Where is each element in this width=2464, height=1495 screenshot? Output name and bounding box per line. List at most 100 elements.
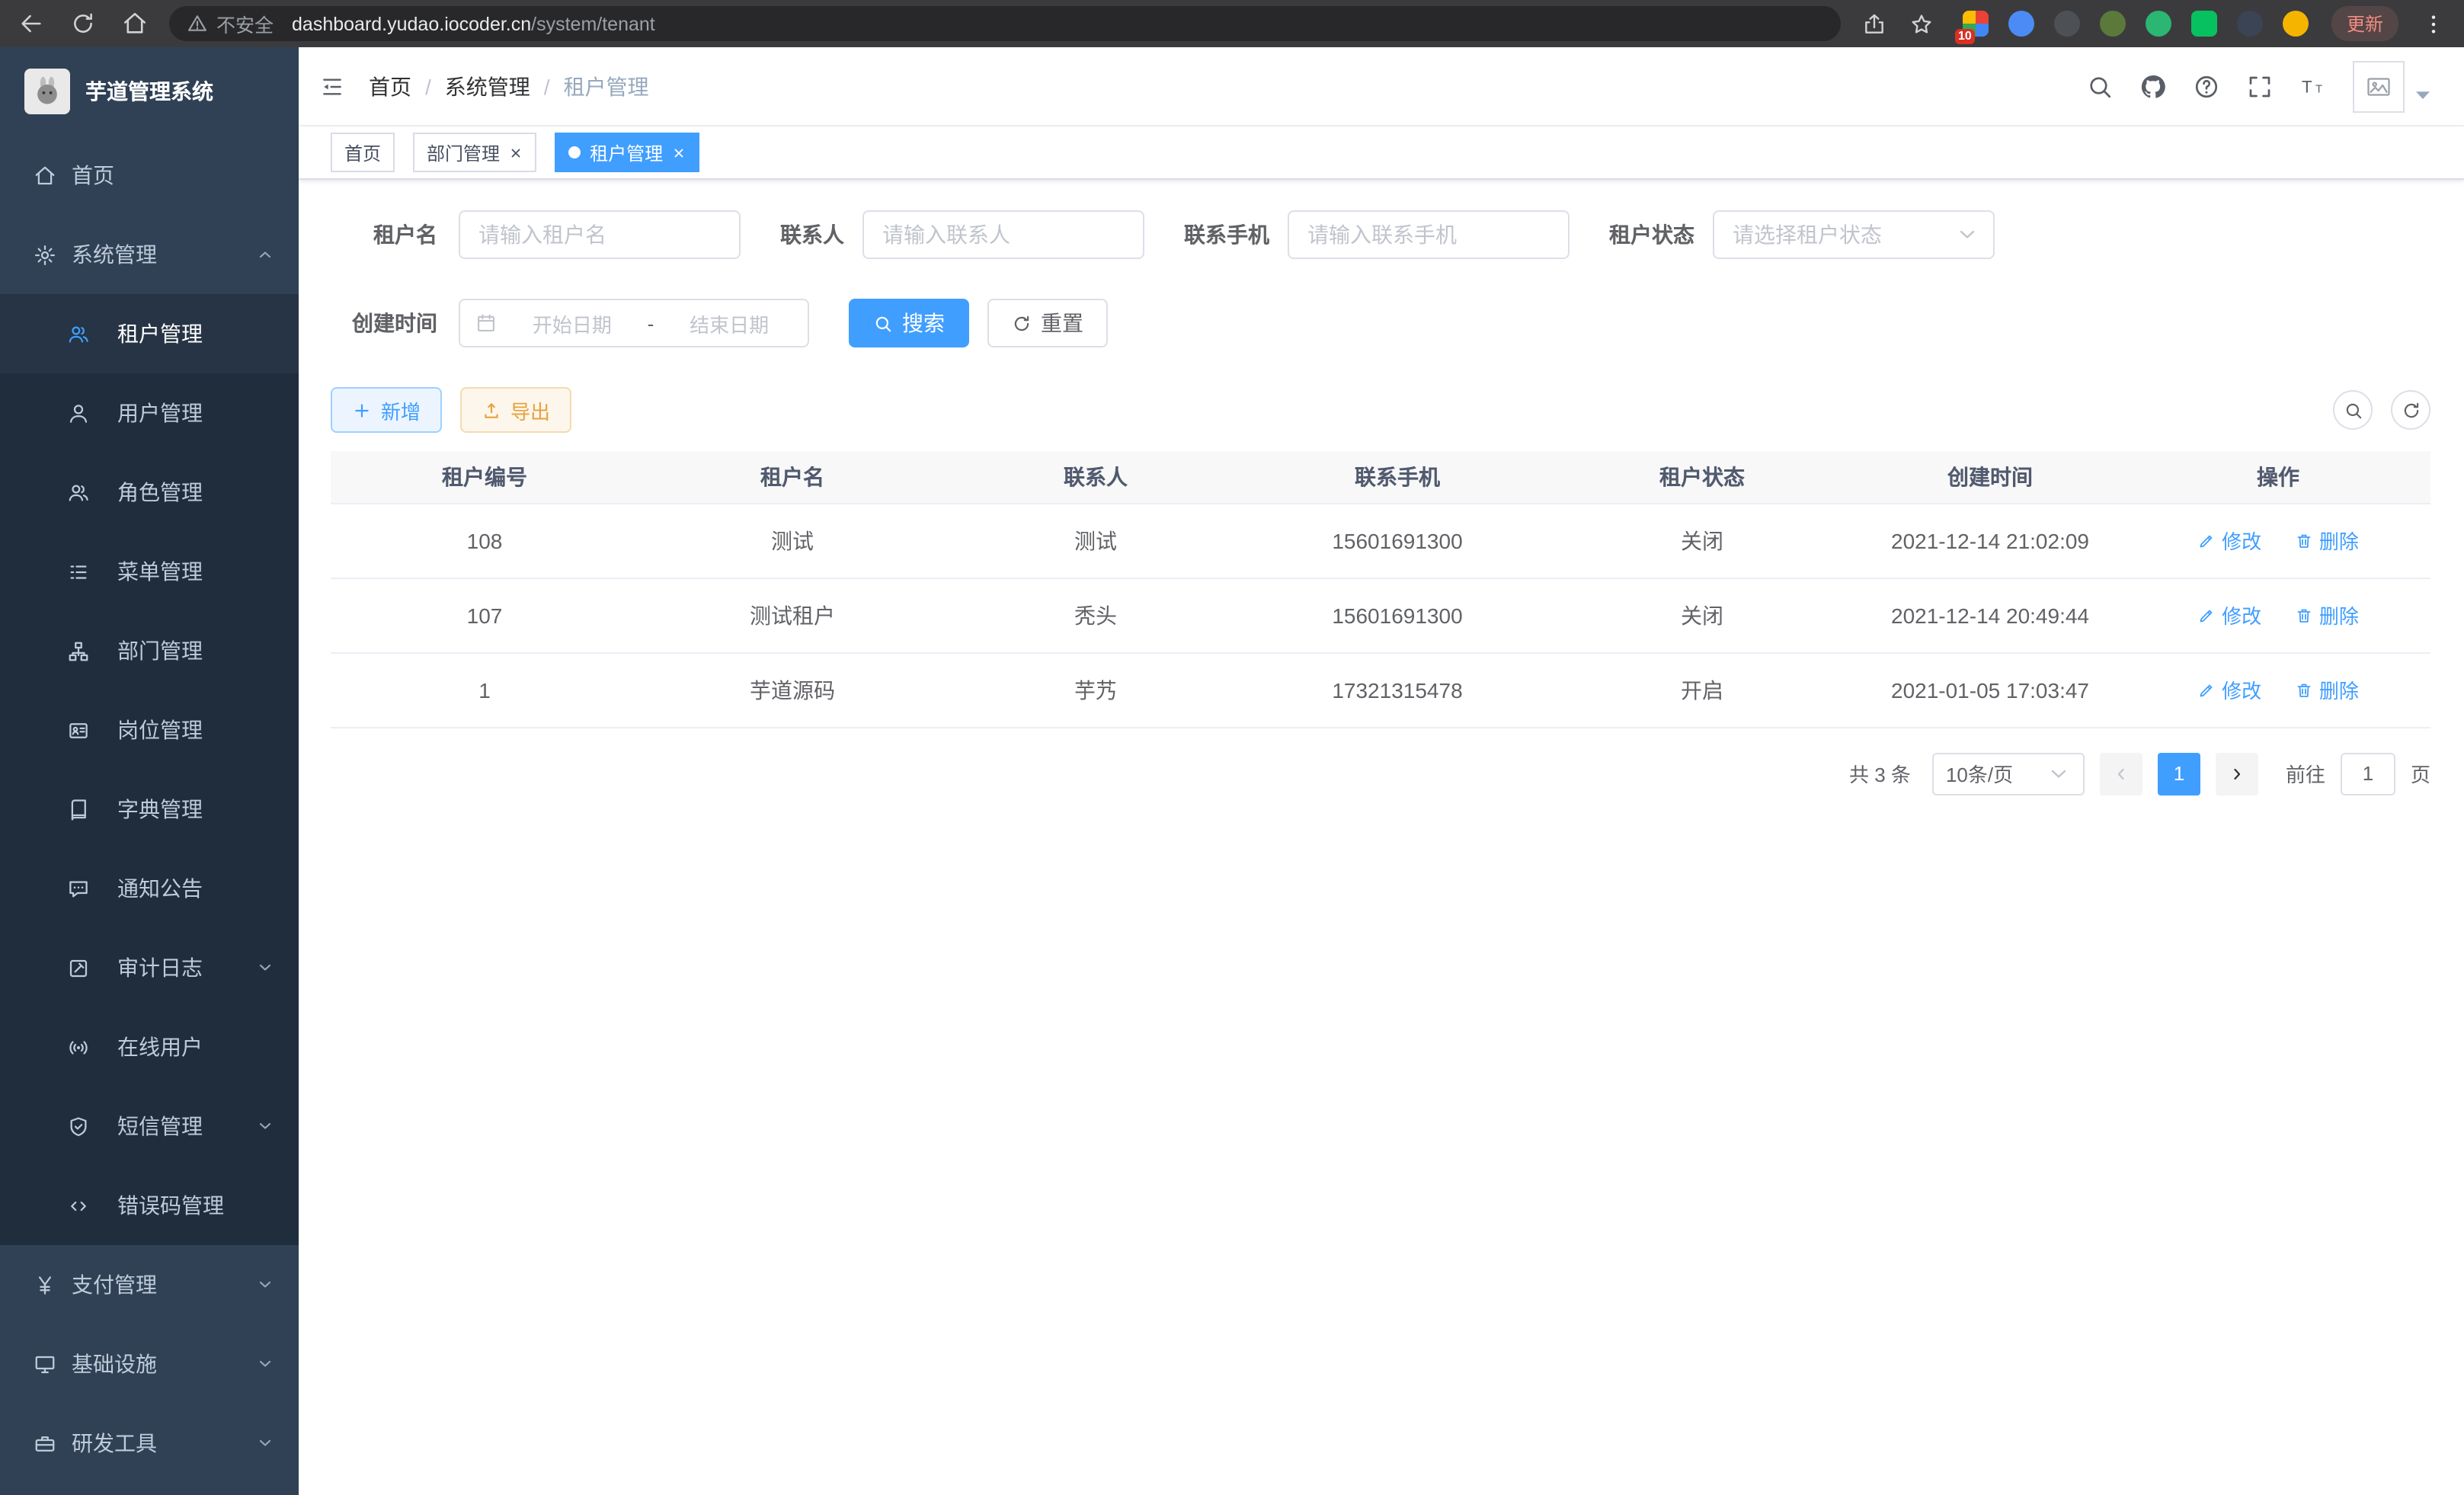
sidebar-item-home[interactable]: 首页 bbox=[0, 136, 299, 215]
sidebar-item-error-code[interactable]: 错误码管理 bbox=[0, 1166, 299, 1245]
add-button[interactable]: 新增 bbox=[331, 387, 442, 433]
font-size-icon[interactable] bbox=[2299, 72, 2327, 100]
delete-button[interactable]: 删除 bbox=[2295, 675, 2359, 704]
reset-button[interactable]: 重置 bbox=[987, 299, 1108, 347]
mobile-input[interactable] bbox=[1288, 210, 1570, 259]
export-button[interactable]: 导出 bbox=[460, 387, 571, 433]
star-icon[interactable] bbox=[1909, 11, 1934, 36]
sidebar-item-role-management[interactable]: 角色管理 bbox=[0, 453, 299, 532]
sidebar-item-user-management[interactable]: 用户管理 bbox=[0, 373, 299, 453]
sidebar-item-menu-management[interactable]: 菜单管理 bbox=[0, 532, 299, 611]
sidebar-item-sms-management[interactable]: 短信管理 bbox=[0, 1087, 299, 1166]
sidebar-item-dict-management[interactable]: 字典管理 bbox=[0, 770, 299, 849]
filter-status: 租户状态 请选择租户状态 bbox=[1609, 210, 1995, 259]
fullscreen-icon[interactable] bbox=[2246, 72, 2274, 100]
table-row: 1 芋道源码 芋艿 17321315478 开启 2021-01-05 17:0… bbox=[331, 652, 2430, 727]
delete-icon bbox=[2295, 680, 2313, 699]
active-dot bbox=[568, 146, 581, 158]
delete-label: 删除 bbox=[2319, 526, 2359, 555]
breadcrumb-system[interactable]: 系统管理 bbox=[445, 71, 530, 101]
sidebar-item-online-users[interactable]: 在线用户 bbox=[0, 1007, 299, 1087]
security-label: 不安全 bbox=[216, 9, 274, 38]
back-icon[interactable] bbox=[18, 11, 44, 37]
address-bar[interactable]: 不安全 dashboard.yudao.iocoder.cn/system/te… bbox=[169, 6, 1841, 41]
cell-tenant-id: 107 bbox=[331, 578, 638, 652]
cell-mobile: 15601691300 bbox=[1245, 503, 1550, 578]
tag-home[interactable]: 首页 bbox=[331, 133, 395, 172]
sidebar-item-post-management[interactable]: 岗位管理 bbox=[0, 690, 299, 770]
edit-button[interactable]: 修改 bbox=[2197, 526, 2261, 555]
close-icon[interactable] bbox=[672, 146, 686, 159]
status-label: 租户状态 bbox=[1609, 219, 1694, 250]
reset-button-label: 重置 bbox=[1041, 308, 1083, 338]
page-button-1[interactable]: 1 bbox=[2158, 752, 2200, 795]
extension-icon-2[interactable] bbox=[2008, 11, 2034, 37]
start-date-placeholder: 开始日期 bbox=[509, 309, 635, 338]
extension-icon-8[interactable] bbox=[2283, 11, 2309, 37]
extension-icon-7[interactable] bbox=[2237, 11, 2263, 37]
main-area: 首页 / 系统管理 / 租户管理 bbox=[299, 47, 2464, 1495]
extension-icon-6[interactable] bbox=[2191, 11, 2217, 37]
tag-label: 租户管理 bbox=[590, 139, 663, 165]
extension-icon-3[interactable] bbox=[2054, 11, 2080, 37]
page-size-select[interactable]: 10条/页 bbox=[1932, 752, 2085, 795]
filter-mobile: 联系手机 bbox=[1184, 210, 1570, 259]
share-icon[interactable] bbox=[1862, 11, 1886, 36]
prev-page-button[interactable] bbox=[2100, 752, 2142, 795]
reload-icon[interactable] bbox=[70, 11, 96, 37]
cell-contact: 芋艿 bbox=[946, 652, 1245, 727]
more-menu-icon[interactable] bbox=[2421, 11, 2446, 36]
help-icon[interactable] bbox=[2193, 72, 2220, 100]
sidebar-item-audit-log[interactable]: 审计日志 bbox=[0, 928, 299, 1007]
app-logo[interactable]: 芋道管理系统 bbox=[0, 47, 299, 136]
edit-button[interactable]: 修改 bbox=[2197, 600, 2261, 629]
sidebar-item-notice[interactable]: 通知公告 bbox=[0, 849, 299, 928]
contact-input[interactable] bbox=[862, 210, 1144, 259]
extension-badge: 10 bbox=[1955, 29, 1975, 44]
extension-icon-4[interactable] bbox=[2100, 11, 2126, 37]
update-label: 更新 bbox=[2347, 14, 2383, 35]
shield-icon bbox=[67, 1115, 90, 1138]
tenant-status-select[interactable]: 请选择租户状态 bbox=[1713, 210, 1995, 259]
next-page-button[interactable] bbox=[2216, 752, 2258, 795]
refresh-table-button[interactable] bbox=[2391, 390, 2430, 430]
id-card-icon bbox=[67, 719, 90, 741]
delete-button[interactable]: 删除 bbox=[2295, 600, 2359, 629]
sidebar-item-dev-tools[interactable]: 研发工具 bbox=[0, 1404, 299, 1483]
tags-view: 首页 部门管理 租户管理 bbox=[299, 126, 2464, 180]
cell-tenant-id: 108 bbox=[331, 503, 638, 578]
filter-create-time: 创建时间 开始日期 - 结束日期 bbox=[331, 299, 809, 347]
close-icon[interactable] bbox=[509, 146, 523, 159]
goto-page-input[interactable] bbox=[2341, 752, 2395, 795]
delete-button[interactable]: 删除 bbox=[2295, 526, 2359, 555]
breadcrumb-home[interactable]: 首页 bbox=[369, 71, 411, 101]
github-icon[interactable] bbox=[2139, 72, 2167, 100]
breadcrumb: 首页 / 系统管理 / 租户管理 bbox=[369, 71, 649, 101]
search-icon[interactable] bbox=[2086, 72, 2114, 100]
sidebar-item-infrastructure[interactable]: 基础设施 bbox=[0, 1324, 299, 1404]
edit-button[interactable]: 修改 bbox=[2197, 675, 2261, 704]
tag-dept-management[interactable]: 部门管理 bbox=[413, 133, 536, 172]
delete-label: 删除 bbox=[2319, 600, 2359, 629]
edit-icon bbox=[2197, 606, 2216, 624]
sidebar-item-system-management[interactable]: 系统管理 bbox=[0, 215, 299, 294]
home-icon[interactable] bbox=[122, 11, 148, 37]
tenant-name-input[interactable] bbox=[459, 210, 741, 259]
extension-icon-1[interactable]: 10 bbox=[1963, 11, 1989, 37]
cell-actions: 修改 删除 bbox=[2126, 503, 2430, 578]
tag-tenant-management[interactable]: 租户管理 bbox=[555, 133, 699, 172]
tag-label: 首页 bbox=[344, 139, 381, 165]
toggle-search-button[interactable] bbox=[2333, 390, 2373, 430]
sidebar-item-payment[interactable]: 支付管理 bbox=[0, 1245, 299, 1324]
sidebar-item-tenant-management[interactable]: 租户管理 bbox=[0, 294, 299, 373]
chevron-down-icon bbox=[256, 1276, 274, 1294]
browser-update-button[interactable]: 更新 bbox=[2331, 6, 2398, 41]
create-time-range-picker[interactable]: 开始日期 - 结束日期 bbox=[459, 299, 809, 347]
user-avatar[interactable] bbox=[2353, 60, 2437, 112]
extension-icon-5[interactable] bbox=[2146, 11, 2171, 37]
search-button[interactable]: 搜索 bbox=[849, 299, 969, 347]
sidebar-fold-icon[interactable] bbox=[320, 74, 344, 98]
sidebar-item-dept-management[interactable]: 部门管理 bbox=[0, 611, 299, 690]
rabbit-logo-icon bbox=[30, 75, 64, 108]
warning-icon bbox=[187, 14, 207, 34]
